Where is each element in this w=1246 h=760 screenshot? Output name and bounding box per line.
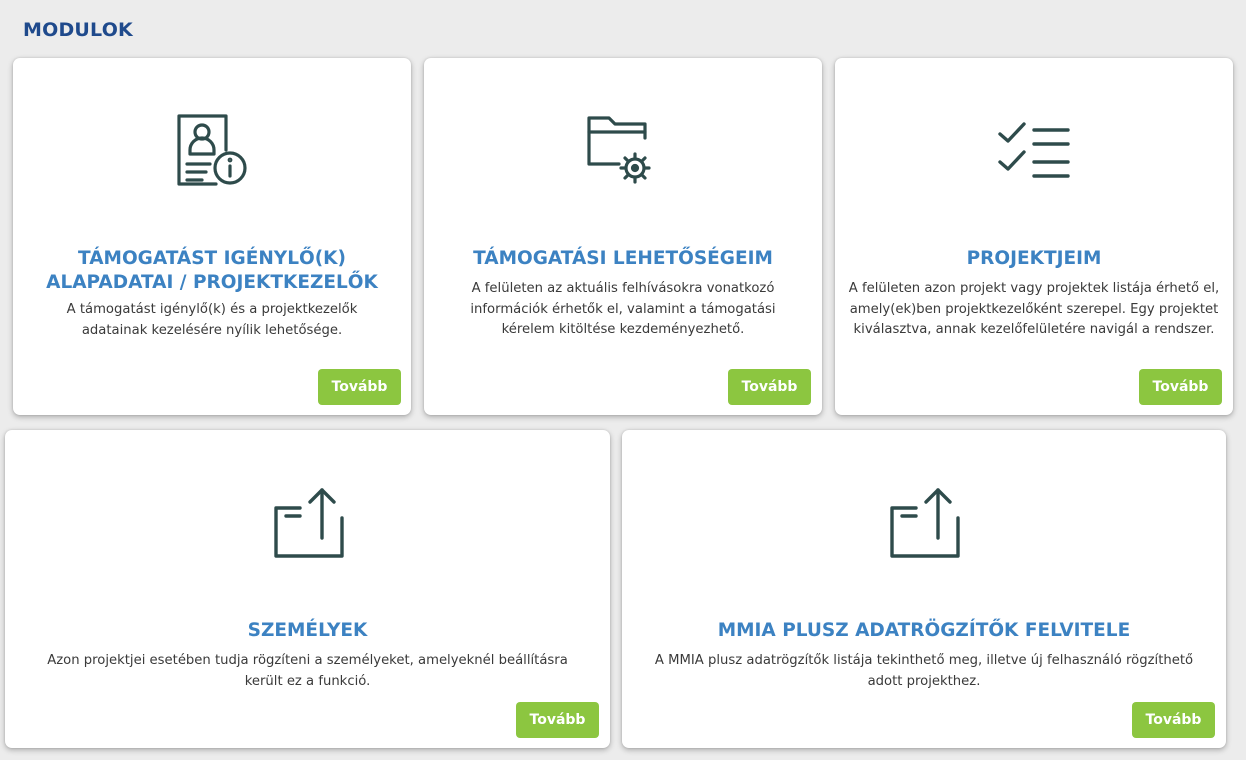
tovabb-button[interactable]: Tovább — [516, 702, 599, 738]
card-title: PROJEKTJEIM — [966, 248, 1102, 269]
card-description: A MMIA plusz adatrögzítők listája tekint… — [654, 653, 1194, 689]
tovabb-button[interactable]: Tovább — [1139, 369, 1222, 405]
module-card-funding-opportunities: TÁMOGATÁSI LEHETŐSÉGEIM A felületen az a… — [424, 58, 822, 415]
module-card-applicant-data: TÁMOGATÁST IGÉNYLŐ(K) ALAPADATAI / PROJE… — [13, 58, 411, 415]
card-description: Azon projektjei esetében tudja rögzíteni… — [47, 653, 568, 689]
page-title: MODULOK — [23, 19, 133, 41]
module-card-persons: SZEMÉLYEK Azon projektjei esetében tudja… — [5, 430, 610, 748]
card-title: TÁMOGATÁST IGÉNYLŐ(K) ALAPADATAI / PROJE… — [46, 248, 378, 293]
folder-settings-icon — [583, 112, 663, 192]
card-description: A felületen azon projekt vagy projektek … — [848, 281, 1220, 337]
module-card-my-projects: PROJEKTJEIM A felületen azon projekt vag… — [835, 58, 1233, 415]
card-title: SZEMÉLYEK — [247, 620, 368, 641]
card-description: A támogatást igénylő(k) és a projektkeze… — [66, 302, 358, 338]
module-card-mmia-recorders: MMIA PLUSZ ADATRÖGZÍTŐK FELVITELE A MMIA… — [622, 430, 1226, 748]
share-export-icon — [886, 484, 962, 560]
card-title: TÁMOGATÁSI LEHETŐSÉGEIM — [473, 248, 773, 269]
profile-info-icon — [174, 112, 250, 188]
card-description: A felületen az aktuális felhívásokra von… — [470, 281, 776, 337]
checklist-icon — [996, 120, 1072, 184]
card-title: MMIA PLUSZ ADATRÖGZÍTŐK FELVITELE — [717, 620, 1131, 641]
tovabb-button[interactable]: Tovább — [728, 369, 811, 405]
tovabb-button[interactable]: Tovább — [318, 369, 401, 405]
tovabb-button[interactable]: Tovább — [1132, 702, 1215, 738]
share-export-icon — [270, 484, 346, 560]
